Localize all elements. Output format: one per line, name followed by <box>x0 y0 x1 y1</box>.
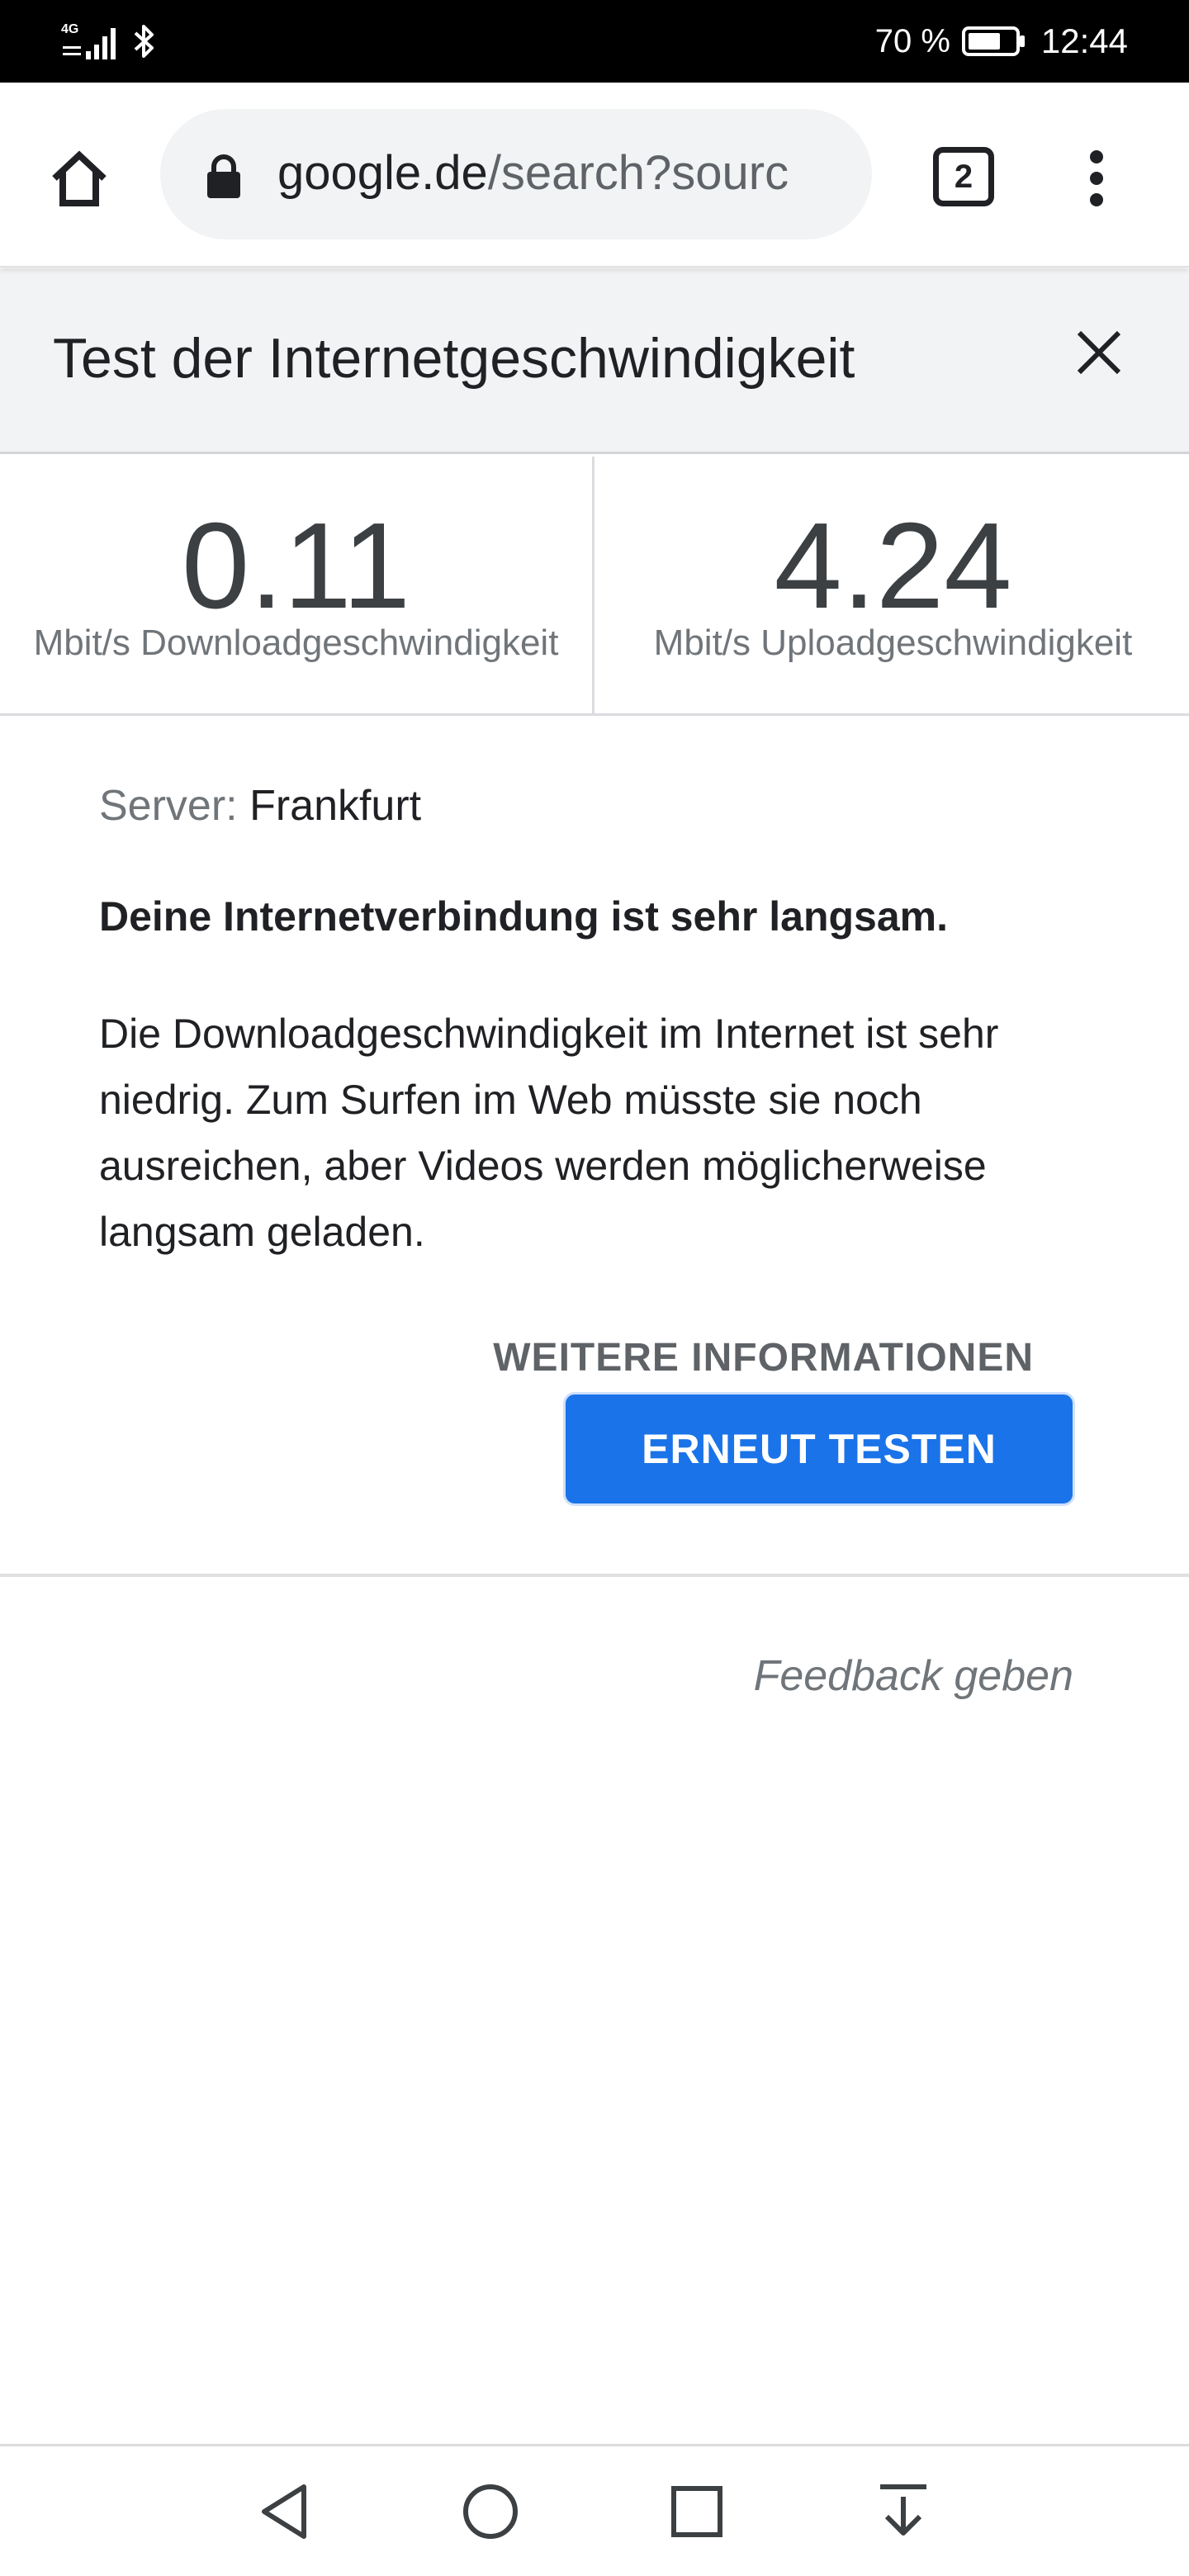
more-vert-icon <box>1090 150 1103 206</box>
server-name: Frankfurt <box>249 782 422 830</box>
battery-icon <box>961 26 1025 56</box>
menu-button[interactable] <box>1072 142 1121 215</box>
battery-percent: 70 % <box>874 23 950 59</box>
tab-switcher-button[interactable]: 2 <box>933 147 994 206</box>
upload-speed-label: Mbit/s Uploadgeschwindigkeit <box>653 623 1133 663</box>
section-divider <box>0 1574 1189 1577</box>
download-speed-label: Mbit/s Downloadgeschwindigkeit <box>33 623 559 663</box>
url-host: google.de <box>277 146 488 200</box>
speed-test-title: Test der Internetgeschwindigkeit <box>53 327 855 390</box>
signal-strength-icon <box>63 28 116 59</box>
status-right-group: 70 % 12:44 <box>875 18 1128 64</box>
system-navigation-bar <box>0 2444 1189 2576</box>
retest-button[interactable]: ERNEUT TESTEN <box>563 1392 1075 1506</box>
close-button[interactable] <box>1065 319 1133 386</box>
nav-back-button[interactable] <box>226 2446 342 2576</box>
nav-notifications-button[interactable] <box>846 2446 961 2576</box>
nav-recents-button[interactable] <box>639 2446 755 2576</box>
retest-button-label: ERNEUT TESTEN <box>642 1426 997 1472</box>
url-path: /search?sourc <box>487 146 789 200</box>
download-result: 0.11 Mbit/s Downloadgeschwindigkeit <box>0 457 594 713</box>
circle-home-icon <box>463 2484 518 2539</box>
upload-result: 4.24 Mbit/s Uploadgeschwindigkeit <box>597 457 1189 713</box>
home-icon <box>52 150 107 206</box>
upload-speed-value: 4.24 <box>774 498 1012 634</box>
status-indicators: 4G <box>61 21 168 61</box>
server-info: Server: Frankfurt <box>99 776 1090 836</box>
bluetooth-icon <box>134 25 154 58</box>
browser-toolbar: google.de/search?sourc 2 <box>0 83 1189 268</box>
url-text: google.de/search?sourc <box>277 142 789 205</box>
speed-description: Die Downloadgeschwindigkeit im Internet … <box>99 1011 999 1255</box>
address-bar[interactable]: google.de/search?sourc <box>160 109 872 239</box>
speed-verdict: Deine Internetverbindung ist sehr langsa… <box>99 893 949 940</box>
square-recents-icon <box>671 2485 722 2537</box>
tab-count: 2 <box>954 158 973 195</box>
speed-test-header: Test der Internetgeschwindigkeit <box>0 269 1189 454</box>
more-info-link[interactable]: WEITERE INFORMATIONEN <box>456 1329 1034 1387</box>
pull-down-notifications-icon <box>880 2484 926 2536</box>
feedback-link[interactable]: Feedback geben <box>578 1646 1073 1706</box>
clock: 12:44 <box>1040 21 1128 60</box>
close-icon <box>1077 330 1121 375</box>
status-bar: 4G 70 % 12:44 <box>0 0 1189 83</box>
home-button[interactable] <box>36 137 122 220</box>
speed-results: 0.11 Mbit/s Downloadgeschwindigkeit 4.24… <box>0 457 1189 716</box>
triangle-back-icon <box>262 2484 306 2539</box>
server-label: Server: <box>99 782 238 830</box>
result-details: Server: Frankfurt Deine Internetverbindu… <box>99 776 1090 1265</box>
lock-icon <box>207 154 240 198</box>
nav-home-button[interactable] <box>433 2446 548 2576</box>
download-speed-value: 0.11 <box>181 498 411 634</box>
